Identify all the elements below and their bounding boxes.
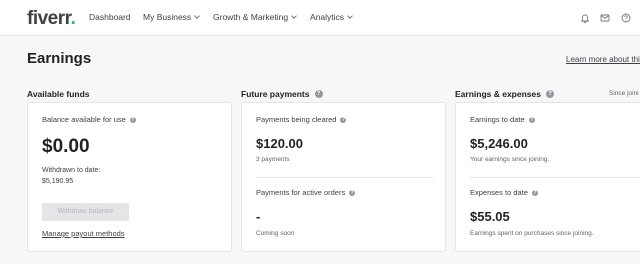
active-orders-note: Coming soon: [256, 230, 295, 237]
nav-label: Analytics: [310, 12, 345, 22]
earnings-to-date-label: Earnings to date?: [470, 115, 535, 124]
logo-dot: .: [70, 8, 76, 29]
top-navigation: fiverr. Dashboard My Business Growth & M…: [0, 0, 640, 36]
divider: [256, 177, 433, 178]
chevron-down-icon: [291, 12, 297, 19]
balance-label: Balance available for use?: [42, 115, 136, 124]
chevron-down-icon: [347, 12, 353, 19]
section-label-available-funds: Available funds: [27, 89, 90, 99]
nav-label: Dashboard: [89, 12, 131, 22]
payments-cleared-value: $120.00: [256, 136, 303, 151]
section-label-future-payments: Future payments?: [241, 89, 323, 99]
logo-text: fiverr: [27, 8, 71, 29]
earnings-to-date-note: Your earnings since joining.: [470, 156, 550, 163]
nav-item-analytics[interactable]: Analytics: [310, 12, 353, 22]
nav-label: My Business: [143, 12, 192, 22]
section-label-text: Earnings & expenses: [455, 89, 541, 99]
nav-item-my-business[interactable]: My Business: [143, 12, 201, 22]
question-icon[interactable]: ?: [531, 189, 538, 196]
question-icon[interactable]: ?: [349, 189, 356, 196]
manage-payout-methods-link[interactable]: Manage payout methods: [42, 229, 125, 238]
withdrawn-value: $5,190.95: [42, 178, 74, 185]
section-label-text: Future payments: [241, 89, 310, 99]
nav-item-growth-marketing[interactable]: Growth & Marketing: [213, 12, 297, 22]
payments-cleared-count: 3 payments: [256, 156, 290, 163]
active-orders-label: Payments for active orders?: [256, 188, 356, 197]
withdraw-balance-button[interactable]: Withdraw balance: [42, 203, 129, 221]
divider: [470, 177, 640, 178]
nav-item-dashboard[interactable]: Dashboard: [89, 12, 131, 22]
expenses-to-date-label-text: Expenses to date: [470, 188, 528, 197]
expenses-to-date-note: Earnings spent on purchases since joinin…: [470, 230, 594, 237]
future-payments-card: Payments being cleared? $120.00 3 paymen…: [241, 102, 446, 252]
question-icon[interactable]: ?: [129, 116, 136, 123]
expenses-to-date-value: $55.05: [470, 209, 510, 224]
learn-more-link[interactable]: Learn more about this: [566, 55, 640, 64]
question-icon[interactable]: ?: [528, 116, 535, 123]
bell-icon[interactable]: [580, 13, 590, 23]
expenses-to-date-label: Expenses to date?: [470, 188, 538, 197]
page-title: Earnings: [27, 50, 92, 67]
active-orders-value: -: [256, 209, 261, 224]
payments-cleared-label: Payments being cleared?: [256, 115, 347, 124]
balance-value: $0.00: [42, 136, 90, 157]
since-joining-filter[interactable]: Since joini: [609, 90, 639, 97]
section-label-earnings-expenses: Earnings & expenses?: [455, 89, 554, 99]
payments-cleared-label-text: Payments being cleared: [256, 115, 337, 124]
available-funds-card: Balance available for use? $0.00 Withdra…: [27, 102, 232, 252]
balance-label-text: Balance available for use: [42, 115, 126, 124]
question-icon[interactable]: ?: [340, 116, 347, 123]
nav-label: Growth & Marketing: [213, 12, 289, 22]
withdrawn-label: Withdrawn to date:: [42, 167, 101, 174]
mail-icon[interactable]: [600, 13, 610, 23]
active-orders-label-text: Payments for active orders: [256, 188, 346, 197]
earnings-to-date-value: $5,246.00: [470, 136, 528, 151]
earnings-expenses-card: Earnings to date? $5,246.00 Your earning…: [455, 102, 640, 252]
fiverr-logo[interactable]: fiverr.: [27, 8, 76, 30]
section-label-text: Available funds: [27, 89, 90, 99]
chevron-down-icon: [194, 12, 201, 19]
help-icon[interactable]: [621, 13, 631, 23]
question-icon[interactable]: ?: [545, 90, 554, 98]
earnings-to-date-label-text: Earnings to date: [470, 115, 525, 124]
question-icon[interactable]: ?: [314, 90, 323, 98]
